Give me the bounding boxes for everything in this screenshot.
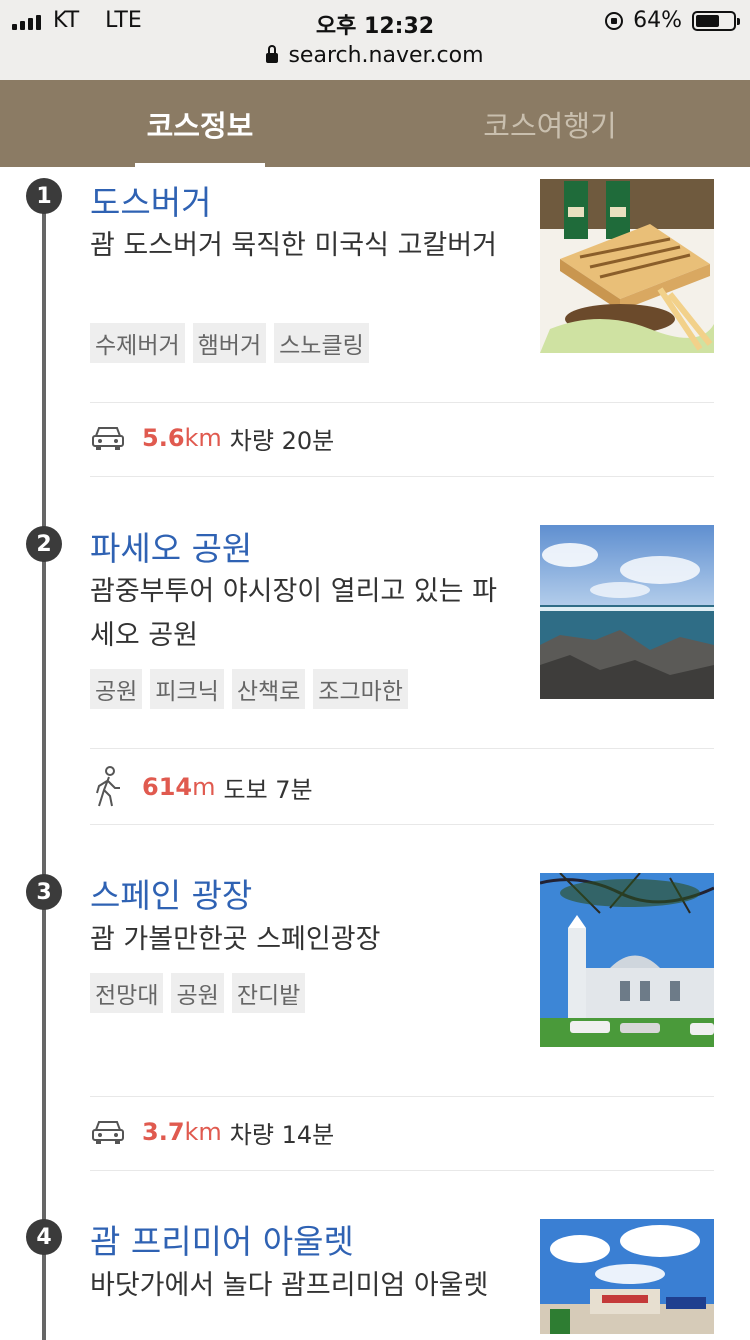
divider [90, 1170, 714, 1171]
battery-icon [692, 10, 740, 31]
timeline-line [42, 180, 46, 1340]
step-number-badge: 1 [26, 178, 62, 214]
url-text: search.naver.com [288, 42, 484, 68]
outlet-mall-photo[interactable] [540, 1219, 714, 1334]
status-bar: KT LTE 오후 12:32 64% [0, 0, 750, 42]
tag[interactable]: 공원 [171, 973, 224, 1013]
transport-detail: 차량 14분 [229, 1120, 335, 1149]
place-title-link[interactable]: 스페인 광장 [90, 869, 252, 917]
step-number-badge: 2 [26, 526, 62, 562]
place-title-link[interactable]: 괌 프리미어 아울렛 [90, 1215, 354, 1263]
divider [90, 1096, 714, 1097]
tag[interactable]: 공원 [90, 669, 143, 709]
place-description: 바닷가에서 놀다 괌프리미엄 아울렛 [90, 1270, 489, 1301]
car-icon [92, 427, 124, 450]
seaside-rocks-photo[interactable] [540, 525, 714, 699]
transport-info: 5.6 km 차량 20분 [90, 420, 334, 456]
distance-unit: m [192, 773, 216, 801]
padlock-icon [266, 45, 279, 63]
distance-value: 3.7 [142, 1118, 185, 1146]
place-description: 괌 가볼만한곳 스페인광장 [90, 924, 381, 955]
battery-percent: 64% [633, 8, 682, 33]
place-title-link[interactable]: 도스버거 [90, 176, 211, 224]
tag[interactable]: 산책로 [231, 669, 306, 709]
burger-photo[interactable] [540, 179, 714, 353]
distance-unit: km [184, 424, 222, 452]
step-number-badge: 3 [26, 874, 62, 910]
transport-detail: 차량 20분 [229, 426, 335, 455]
step-number-badge: 4 [26, 1219, 62, 1255]
divider [90, 824, 714, 825]
cathedral-photo[interactable] [540, 873, 714, 1047]
tab-course-travelogue[interactable]: 코스여행기 [400, 80, 700, 167]
browser-chrome: KT LTE 오후 12:32 64% search.naver.com [0, 0, 750, 81]
transport-detail: 도보 7분 [223, 775, 313, 804]
url-bar[interactable]: search.naver.com [0, 40, 750, 70]
car-icon [92, 1121, 124, 1144]
tag-list: 전망대 공원 잔디밭 [90, 973, 306, 1013]
tag[interactable]: 햄버거 [192, 323, 267, 363]
tag[interactable]: 수제버거 [90, 323, 185, 363]
status-right: 64% [605, 8, 740, 33]
walking-person-icon [96, 766, 120, 807]
tag-list: 공원 피크닉 산책로 조그마한 [90, 669, 408, 709]
divider [90, 476, 714, 477]
tag[interactable]: 잔디밭 [231, 973, 306, 1013]
tab-bar: 코스정보 코스여행기 [0, 80, 750, 167]
tag-list: 수제버거 햄버거 스노클링 [90, 323, 369, 363]
transport-info: 3.7 km 차량 14분 [90, 1114, 334, 1150]
transport-info: 614 m 도보 7분 [90, 766, 313, 808]
place-description: 괌 도스버거 묵직한 미국식 고칼버거 [90, 230, 497, 261]
tag[interactable]: 스노클링 [274, 323, 369, 363]
distance-value: 5.6 [142, 424, 185, 452]
distance-value: 614 [142, 773, 193, 801]
distance-unit: km [184, 1118, 222, 1146]
tag[interactable]: 전망대 [90, 973, 164, 1013]
place-description: 괌중부투어 야시장이 열리고 있는 파세오 공원 [90, 576, 497, 651]
divider [90, 402, 714, 403]
divider [90, 748, 714, 749]
tag[interactable]: 피크닉 [150, 669, 224, 709]
tag[interactable]: 조그마한 [313, 669, 408, 709]
battery-fill [696, 14, 720, 27]
place-title-link[interactable]: 파세오 공원 [90, 522, 252, 570]
tab-course-info[interactable]: 코스정보 [0, 80, 400, 167]
orientation-lock-icon [605, 11, 624, 30]
